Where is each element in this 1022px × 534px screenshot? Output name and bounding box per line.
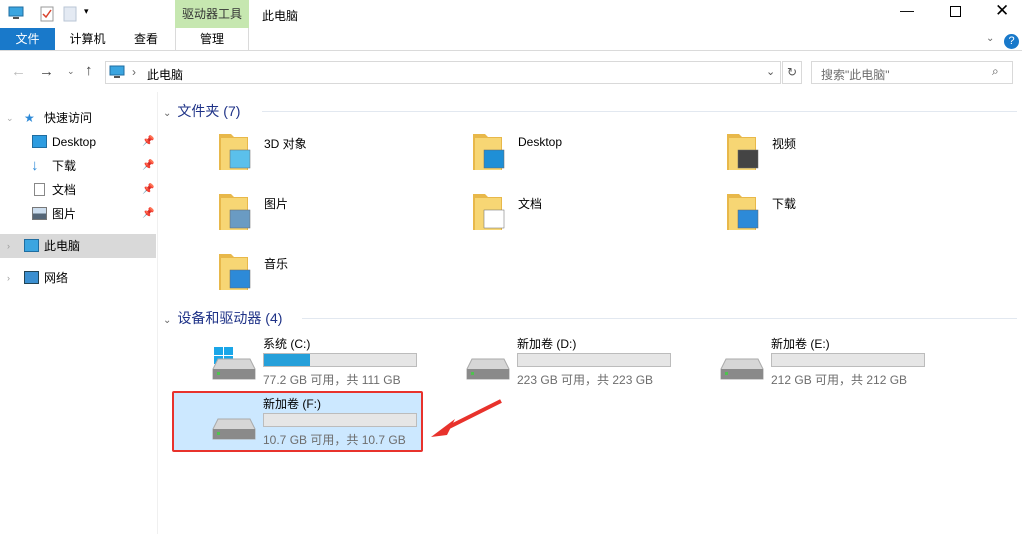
- sidebar-item-documents[interactable]: 文档 📌: [0, 178, 156, 202]
- search-icon: ⌕: [992, 64, 999, 78]
- drive-item[interactable]: 新加卷 (E:) 212 GB 可用，共 212 GB: [720, 335, 970, 391]
- window-title: 此电脑: [262, 9, 299, 23]
- pictures-folder-icon: [218, 190, 252, 232]
- expand-ribbon-icon[interactable]: ⌄: [986, 33, 994, 44]
- picture-icon: [32, 207, 47, 220]
- customize-quick-access-icon[interactable]: ▾: [84, 6, 94, 22]
- close-button[interactable]: ✕: [995, 1, 1009, 21]
- sidebar-item-quick-access[interactable]: ⌄ ★ 快速访问: [0, 106, 156, 130]
- tab-computer[interactable]: 计算机: [60, 28, 115, 50]
- hard-drive-icon: [720, 357, 764, 381]
- annotation-arrow: [431, 399, 502, 437]
- desktop-icon: [32, 135, 47, 148]
- up-button[interactable]: ↑: [85, 62, 93, 79]
- help-icon[interactable]: ?: [1004, 34, 1019, 49]
- tab-view[interactable]: 查看: [120, 28, 172, 50]
- pane-divider: [157, 92, 158, 534]
- sidebar-item-network[interactable]: › 网络: [0, 266, 156, 290]
- drive-name: 新加卷 (D:): [517, 337, 577, 351]
- refresh-button[interactable]: ↻: [782, 61, 802, 84]
- tab-manage[interactable]: 管理: [175, 28, 249, 50]
- folder-label: Desktop: [518, 135, 563, 149]
- search-input[interactable]: 搜索"此电脑" ⌕: [811, 61, 1013, 84]
- address-dropdown-icon[interactable]: ⌄: [766, 65, 775, 78]
- drive-size: 77.2 GB 可用，共 111 GB: [263, 373, 401, 387]
- document-icon: [34, 183, 45, 196]
- drive-usage-bar: [517, 353, 671, 367]
- sidebar-item-downloads[interactable]: ↓ 下载 📌: [0, 154, 156, 178]
- back-button[interactable]: ←: [11, 63, 26, 80]
- drive-usage-bar: [263, 413, 417, 427]
- folder-item[interactable]: 文档: [472, 188, 672, 238]
- music-folder-icon: [218, 250, 252, 292]
- new-folder-icon[interactable]: [63, 6, 77, 22]
- context-group-drive-tools: 驱动器工具: [175, 0, 249, 28]
- pin-icon[interactable]: 📌: [142, 178, 154, 202]
- computer-icon: [8, 6, 24, 22]
- drive-usage-bar: [771, 353, 925, 367]
- folder-item[interactable]: Desktop: [472, 128, 672, 178]
- hard-drive-icon: [212, 417, 256, 441]
- video-folder-icon: [726, 130, 760, 172]
- folder-label: 下载: [772, 197, 797, 211]
- sidebar-item-desktop[interactable]: Desktop 📌: [0, 130, 156, 154]
- drive-size: 212 GB 可用，共 212 GB: [771, 373, 908, 387]
- hard-drive-icon: [466, 357, 510, 381]
- navigation-pane: ⌄ ★ 快速访问 Desktop 📌 ↓ 下载 📌 文档 📌 图片 📌 › 此电脑 › 网络: [0, 100, 156, 534]
- breadcrumb-separator: ›: [132, 65, 136, 79]
- pin-icon[interactable]: 📌: [142, 130, 154, 154]
- sidebar-item-pictures[interactable]: 图片 📌: [0, 202, 156, 226]
- network-icon: [24, 271, 39, 284]
- tab-file[interactable]: 文件: [0, 28, 55, 50]
- minimize-button[interactable]: —: [900, 2, 914, 18]
- drive-name: 系统 (C:): [263, 337, 311, 351]
- pin-icon[interactable]: 📌: [142, 202, 154, 226]
- folder-item[interactable]: 图片: [218, 188, 418, 238]
- section-header-folders[interactable]: ⌄ 文件夹 (7): [163, 101, 240, 121]
- section-divider: [262, 111, 1017, 112]
- ribbon-divider: [0, 50, 1022, 51]
- hard-drive-icon: [212, 357, 256, 381]
- drive-item[interactable]: 系统 (C:) 77.2 GB 可用，共 111 GB: [212, 335, 462, 391]
- drive-item[interactable]: 新加卷 (D:) 223 GB 可用，共 223 GB: [466, 335, 716, 391]
- drive-name: 新加卷 (E:): [771, 337, 830, 351]
- folder-item[interactable]: 下载: [726, 188, 926, 238]
- folder-label: 音乐: [264, 257, 289, 271]
- section-header-drives[interactable]: ⌄ 设备和驱动器 (4): [163, 308, 282, 328]
- star-icon: ★: [24, 111, 35, 125]
- recent-locations-button[interactable]: ⌄: [67, 66, 75, 77]
- folder-item[interactable]: 3D 对象: [218, 128, 418, 178]
- properties-icon[interactable]: [40, 6, 54, 22]
- computer-icon: [24, 239, 39, 252]
- downloads-folder-icon: [726, 190, 760, 232]
- drive-name: 新加卷 (F:): [263, 397, 321, 411]
- 3d-objects-icon: [218, 130, 252, 172]
- pin-icon[interactable]: 📌: [142, 154, 154, 178]
- documents-folder-icon: [472, 190, 506, 232]
- forward-button[interactable]: →: [39, 63, 54, 80]
- folder-label: 视频: [772, 137, 797, 151]
- sidebar-item-this-pc[interactable]: › 此电脑: [0, 234, 156, 258]
- drive-size: 10.7 GB 可用，共 10.7 GB: [263, 433, 406, 447]
- folder-item[interactable]: 音乐: [218, 248, 418, 298]
- computer-icon: [109, 65, 125, 82]
- folder-item[interactable]: 视频: [726, 128, 926, 178]
- desktop-folder-icon: [472, 130, 506, 172]
- breadcrumb-this-pc[interactable]: 此电脑: [147, 66, 183, 83]
- folder-label: 3D 对象: [264, 137, 307, 151]
- address-bar[interactable]: › 此电脑 ⌄: [105, 61, 781, 84]
- section-divider: [302, 318, 1017, 319]
- drive-usage-bar: [263, 353, 417, 367]
- folder-label: 文档: [518, 197, 543, 211]
- drive-size: 223 GB 可用，共 223 GB: [517, 373, 654, 387]
- download-icon: ↓: [31, 157, 39, 174]
- search-placeholder: 搜索"此电脑": [821, 68, 890, 82]
- maximize-button[interactable]: [950, 6, 961, 17]
- folder-label: 图片: [264, 197, 289, 211]
